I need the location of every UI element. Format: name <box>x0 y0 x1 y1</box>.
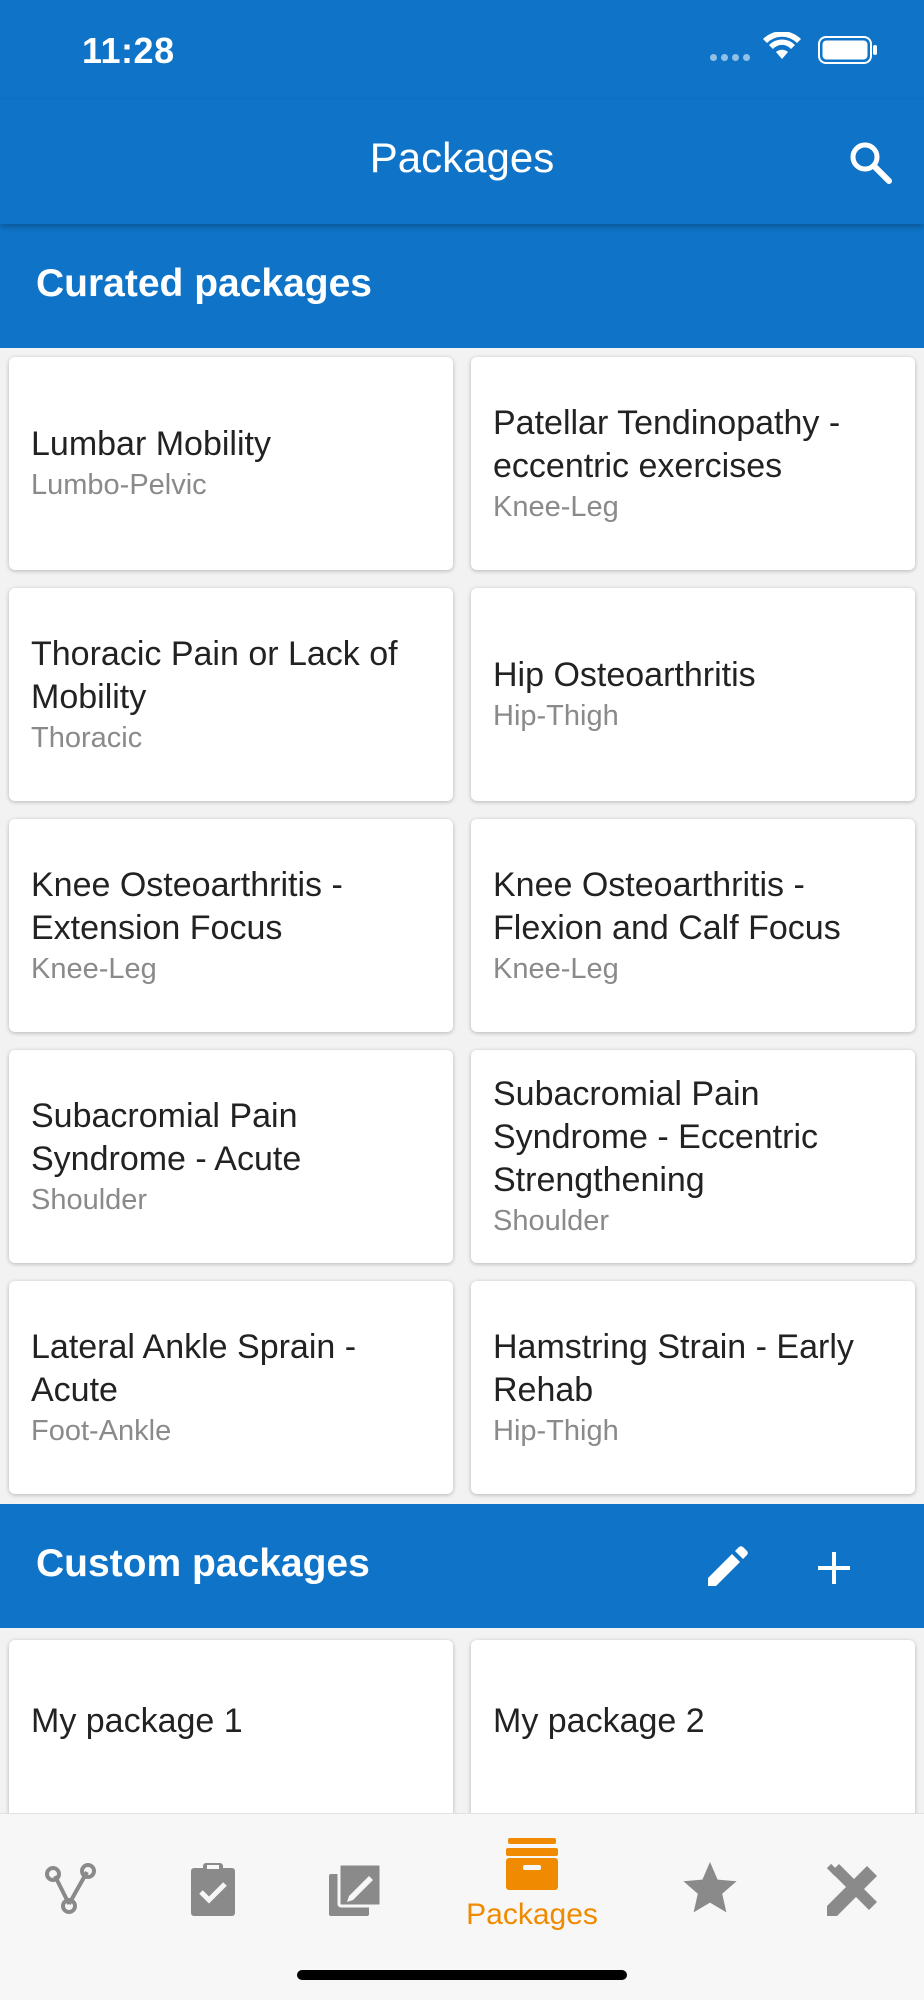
nav-item-tools[interactable] <box>788 1836 918 1946</box>
package-category: Lumbo-Pelvic <box>31 469 207 501</box>
package-card[interactable]: Lumbar Mobility Lumbo-Pelvic <box>9 357 453 570</box>
search-icon[interactable] <box>846 138 894 186</box>
package-card[interactable]: Subacromial Pain Syndrome - Eccentric St… <box>471 1050 915 1263</box>
package-name: Lumbar Mobility <box>31 425 271 463</box>
package-card[interactable]: Knee Osteoarthritis - Flexion and Calf F… <box>471 819 915 1032</box>
package-category: Knee-Leg <box>493 952 619 985</box>
package-card[interactable]: Patellar Tendinopathy - eccentric exerci… <box>471 357 915 570</box>
curated-packages-header: Curated packages <box>0 224 924 348</box>
package-card[interactable]: Subacromial Pain Syndrome - Acute Should… <box>9 1050 453 1263</box>
star-icon <box>683 1862 737 1913</box>
page-title: Packages <box>369 134 555 181</box>
section-title: Custom packages <box>36 1542 370 1585</box>
package-category: Thoracic <box>31 721 143 754</box>
package-card[interactable]: Hip Osteoarthritis Hip-Thigh <box>471 588 915 801</box>
wifi-icon <box>763 32 801 59</box>
package-card[interactable]: Hamstring Strain - Early Rehab Hip-Thigh <box>471 1281 915 1494</box>
package-card[interactable]: Thoracic Pain or Lack of Mobility Thorac… <box>9 588 453 801</box>
package-name: Subacromial Pain Syndrome - Eccentric St… <box>493 1075 818 1199</box>
section-title: Curated packages <box>36 262 372 305</box>
package-name: Thoracic Pain or Lack of Mobility <box>31 634 398 716</box>
tools-icon <box>826 1863 877 1916</box>
package-category: Knee-Leg <box>31 952 157 985</box>
package-category: Shoulder <box>31 1183 148 1216</box>
graph-icon <box>45 1863 96 1914</box>
status-bar: 11:28 <box>0 0 924 100</box>
nav-item-graph[interactable] <box>6 1836 136 1946</box>
package-name: My package 1 <box>31 1702 243 1740</box>
nav-item-favorites[interactable] <box>645 1836 775 1946</box>
nav-item-packages[interactable]: Packages <box>466 1836 598 1946</box>
package-name: Subacromial Pain Syndrome - Acute <box>31 1096 302 1178</box>
package-name: Knee Osteoarthritis - Extension Focus <box>31 865 343 947</box>
package-name: Lateral Ankle Sprain - Acute <box>31 1327 357 1409</box>
package-name: Hip Osteoarthritis <box>493 656 756 694</box>
package-category: Hip-Thigh <box>493 700 619 732</box>
package-category: Shoulder <box>493 1205 610 1237</box>
pencil-icon[interactable] <box>702 1544 750 1592</box>
signal-icon <box>710 54 750 61</box>
plus-icon[interactable] <box>810 1544 858 1592</box>
package-category: Foot-Ankle <box>31 1414 172 1447</box>
package-name: Patellar Tendinopathy - eccentric exerci… <box>493 403 841 485</box>
archive-box-icon <box>506 1838 558 1890</box>
battery-icon <box>818 36 877 64</box>
package-card[interactable]: Knee Osteoarthritis - Extension Focus Kn… <box>9 819 453 1032</box>
home-indicator <box>297 1970 627 1980</box>
package-category: Hip-Thigh <box>493 1414 619 1447</box>
package-category: Knee-Leg <box>493 490 619 523</box>
package-name: Hamstring Strain - Early Rehab <box>493 1327 854 1409</box>
nav-label: Packages <box>466 1898 598 1931</box>
curated-packages-grid: Lumbar Mobility Lumbo-Pelvic Patellar Te… <box>9 357 915 1494</box>
nav-item-notes[interactable] <box>290 1836 420 1946</box>
nav-item-clipboard[interactable] <box>148 1836 278 1946</box>
edit-note-icon <box>329 1862 383 1916</box>
package-card[interactable]: Lateral Ankle Sprain - Acute Foot-Ankle <box>9 1281 453 1494</box>
app-bar: Packages <box>0 100 924 224</box>
package-name: My package 2 <box>493 1702 705 1740</box>
custom-packages-header: Custom packages <box>0 1504 924 1628</box>
status-time: 11:28 <box>82 30 175 71</box>
package-name: Knee Osteoarthritis - Flexion and Calf F… <box>493 865 841 947</box>
clipboard-icon <box>191 1863 235 1916</box>
